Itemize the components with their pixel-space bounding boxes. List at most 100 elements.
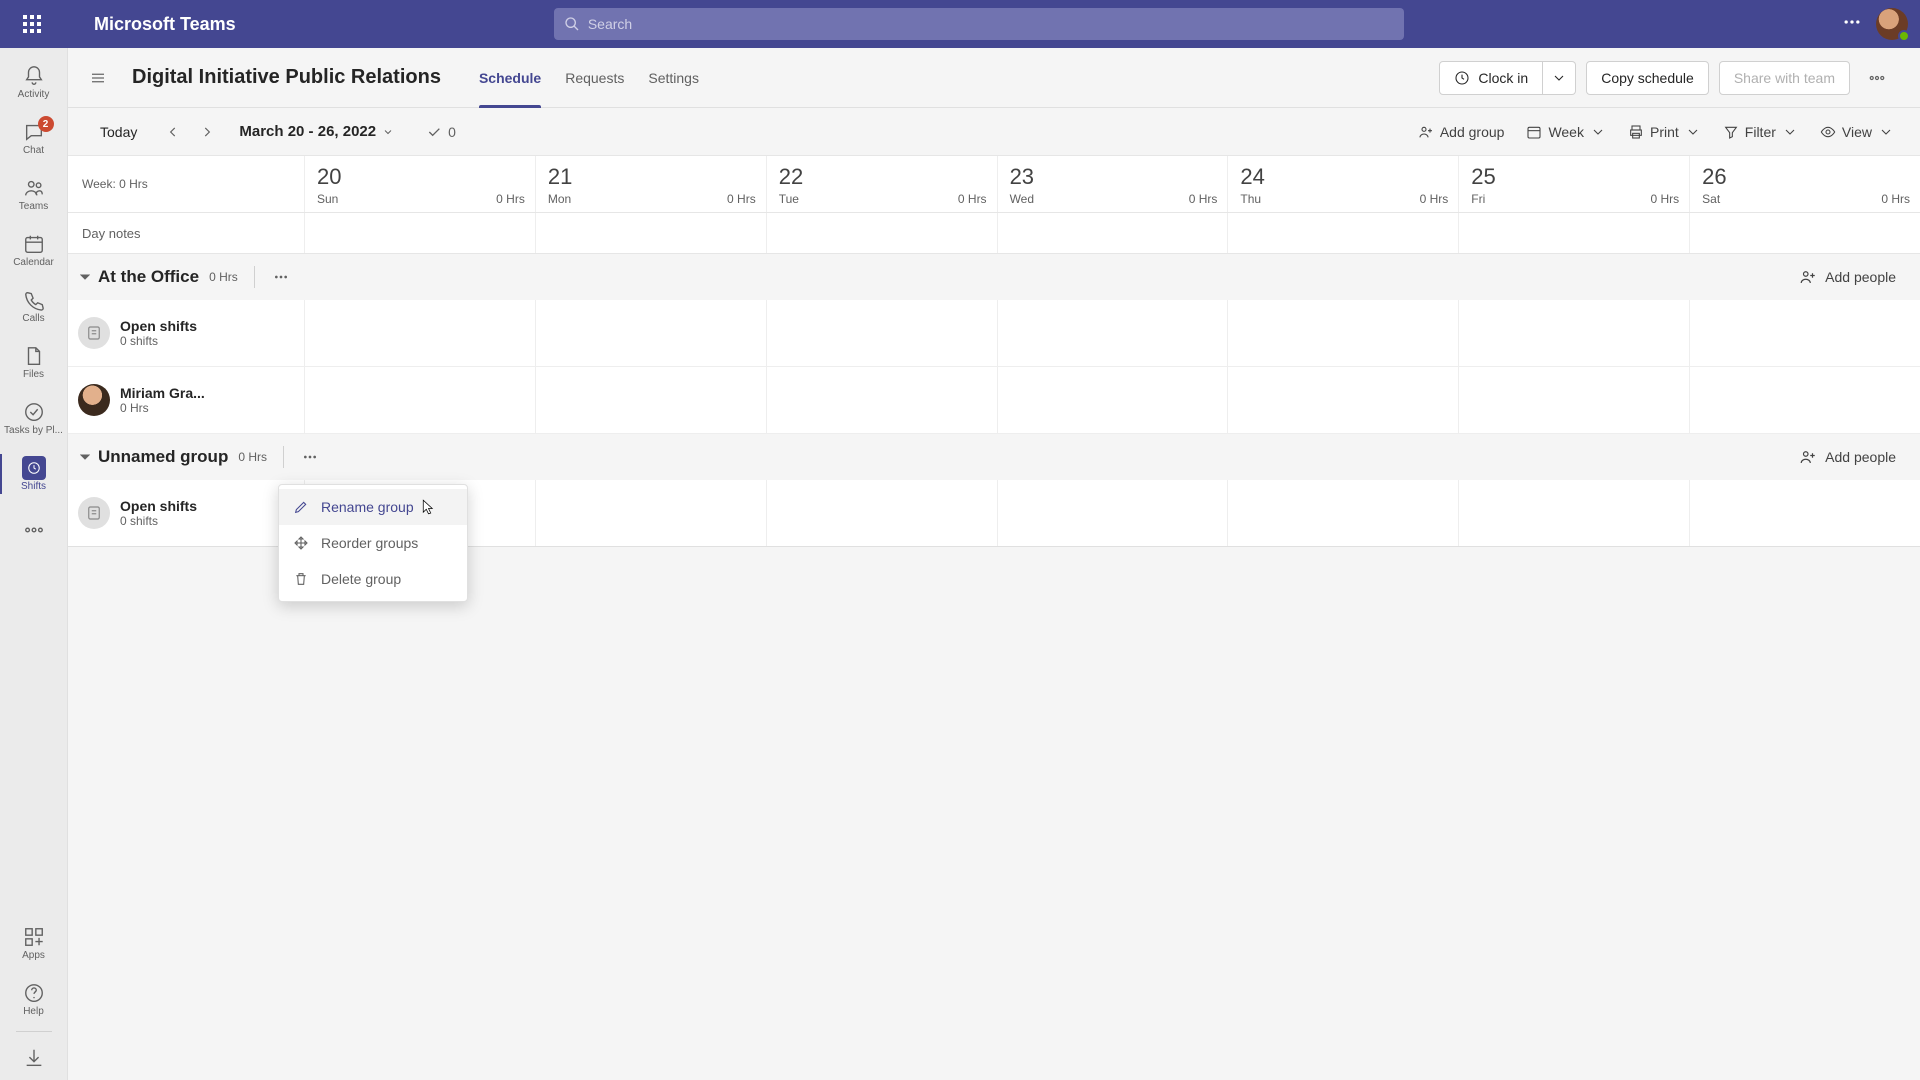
- tab-requests[interactable]: Requests: [565, 48, 624, 107]
- shift-cell[interactable]: [1458, 300, 1689, 366]
- tab-schedule[interactable]: Schedule: [479, 48, 541, 107]
- add-people-button[interactable]: Add people: [1799, 448, 1896, 466]
- add-group-button[interactable]: Add group: [1418, 124, 1505, 140]
- group-more-button[interactable]: [283, 446, 318, 468]
- day-notes-label: Day notes: [68, 213, 304, 253]
- rail-chat[interactable]: 2 Chat: [0, 110, 68, 166]
- prev-week-button[interactable]: [159, 118, 187, 146]
- shift-cell[interactable]: [766, 367, 997, 433]
- copy-schedule-button[interactable]: Copy schedule: [1586, 61, 1709, 95]
- chevron-down-icon: [382, 126, 394, 138]
- rail-shifts[interactable]: Shifts: [0, 446, 68, 502]
- shift-cell[interactable]: [997, 480, 1228, 546]
- shift-cell[interactable]: [535, 480, 766, 546]
- shift-cell[interactable]: [304, 367, 535, 433]
- person-cell[interactable]: Miriam Gra... 0 Hrs: [68, 367, 304, 433]
- search-box[interactable]: [554, 8, 1404, 40]
- shift-cell[interactable]: [535, 300, 766, 366]
- view-button[interactable]: View: [1820, 124, 1894, 140]
- day-note-cell[interactable]: [766, 213, 997, 253]
- clock-in-button[interactable]: Clock in: [1439, 61, 1543, 95]
- date-range-picker[interactable]: March 20 - 26, 2022: [239, 123, 394, 140]
- shift-cell[interactable]: [766, 480, 997, 546]
- copy-schedule-label: Copy schedule: [1601, 70, 1694, 86]
- rail-label: Help: [23, 1007, 44, 1017]
- shift-cell[interactable]: [997, 367, 1228, 433]
- rail-download[interactable]: [0, 1036, 68, 1080]
- menu-rename-group[interactable]: Rename group: [279, 489, 467, 525]
- week-label: Week: [1548, 124, 1584, 140]
- check-count-value: 0: [448, 124, 456, 140]
- open-shifts-icon: [78, 497, 110, 529]
- app-launcher[interactable]: [12, 4, 52, 44]
- day-header-tue[interactable]: 22 Tue 0 Hrs: [766, 156, 997, 212]
- shift-cell[interactable]: [1227, 367, 1458, 433]
- titlebar-more[interactable]: [1842, 12, 1862, 37]
- day-header-sun[interactable]: 20 Sun 0 Hrs: [304, 156, 535, 212]
- rail-label: Tasks by Pl...: [4, 426, 63, 436]
- user-avatar[interactable]: [1876, 8, 1908, 40]
- day-header-fri[interactable]: 25 Fri 0 Hrs: [1458, 156, 1689, 212]
- rail-label: Calls: [22, 314, 44, 324]
- rail-help[interactable]: Help: [0, 971, 68, 1027]
- more-icon: [1868, 69, 1886, 87]
- person-cell[interactable]: Open shifts 0 shifts: [68, 480, 304, 546]
- day-note-cell[interactable]: [304, 213, 535, 253]
- shift-cell[interactable]: [1227, 480, 1458, 546]
- print-button[interactable]: Print: [1628, 124, 1701, 140]
- add-group-label: Add group: [1440, 124, 1505, 140]
- filter-button[interactable]: Filter: [1723, 124, 1798, 140]
- group-collapse-toggle[interactable]: [78, 270, 92, 284]
- day-header-mon[interactable]: 21 Mon 0 Hrs: [535, 156, 766, 212]
- shift-cell[interactable]: [304, 300, 535, 366]
- rail-calendar[interactable]: Calendar: [0, 222, 68, 278]
- day-note-cell[interactable]: [1227, 213, 1458, 253]
- add-people-button[interactable]: Add people: [1799, 268, 1896, 286]
- chat-badge: 2: [38, 116, 54, 132]
- today-button[interactable]: Today: [92, 118, 145, 146]
- rail-apps[interactable]: Apps: [0, 915, 68, 971]
- day-note-cell[interactable]: [1689, 213, 1920, 253]
- day-note-cell[interactable]: [1458, 213, 1689, 253]
- share-with-team-button[interactable]: Share with team: [1719, 61, 1850, 95]
- titlebar: Microsoft Teams: [0, 0, 1920, 48]
- person-cell[interactable]: Open shifts 0 shifts: [68, 300, 304, 366]
- shift-cell[interactable]: [1458, 480, 1689, 546]
- rail-calls[interactable]: Calls: [0, 278, 68, 334]
- group-name: Unnamed group: [98, 447, 228, 467]
- menu-delete-group[interactable]: Delete group: [279, 561, 467, 597]
- rail-tasks[interactable]: Tasks by Pl...: [0, 390, 68, 446]
- next-week-button[interactable]: [193, 118, 221, 146]
- shift-cell[interactable]: [535, 367, 766, 433]
- rail-teams[interactable]: Teams: [0, 166, 68, 222]
- shift-cell[interactable]: [1458, 367, 1689, 433]
- search-icon: [564, 16, 580, 32]
- person-sub: 0 shifts: [120, 514, 197, 528]
- tab-settings[interactable]: Settings: [648, 48, 699, 107]
- shift-cell[interactable]: [1689, 300, 1920, 366]
- rail-activity[interactable]: Activity: [0, 54, 68, 110]
- search-input[interactable]: [588, 16, 1394, 32]
- day-note-cell[interactable]: [535, 213, 766, 253]
- day-header-thu[interactable]: 24 Thu 0 Hrs: [1227, 156, 1458, 212]
- hamburger-button[interactable]: [82, 62, 114, 94]
- day-header-wed[interactable]: 23 Wed 0 Hrs: [997, 156, 1228, 212]
- add-people-label: Add people: [1825, 269, 1896, 285]
- rail-files[interactable]: Files: [0, 334, 68, 390]
- day-note-cell[interactable]: [997, 213, 1228, 253]
- shift-cell[interactable]: [1689, 480, 1920, 546]
- shift-cell[interactable]: [997, 300, 1228, 366]
- shift-cell[interactable]: [1227, 300, 1458, 366]
- clock-in-split[interactable]: [1543, 61, 1576, 95]
- rail-label: Shifts: [21, 482, 46, 492]
- week-view-button[interactable]: Week: [1526, 124, 1606, 140]
- rail-more[interactable]: [0, 502, 68, 558]
- shift-cell[interactable]: [766, 300, 997, 366]
- group-collapse-toggle[interactable]: [78, 450, 92, 464]
- shift-cell[interactable]: [1689, 367, 1920, 433]
- unpublished-count[interactable]: 0: [426, 124, 456, 140]
- menu-reorder-groups[interactable]: Reorder groups: [279, 525, 467, 561]
- group-more-button[interactable]: [254, 266, 289, 288]
- day-header-sat[interactable]: 26 Sat 0 Hrs: [1689, 156, 1920, 212]
- header-more-button[interactable]: [1860, 61, 1894, 95]
